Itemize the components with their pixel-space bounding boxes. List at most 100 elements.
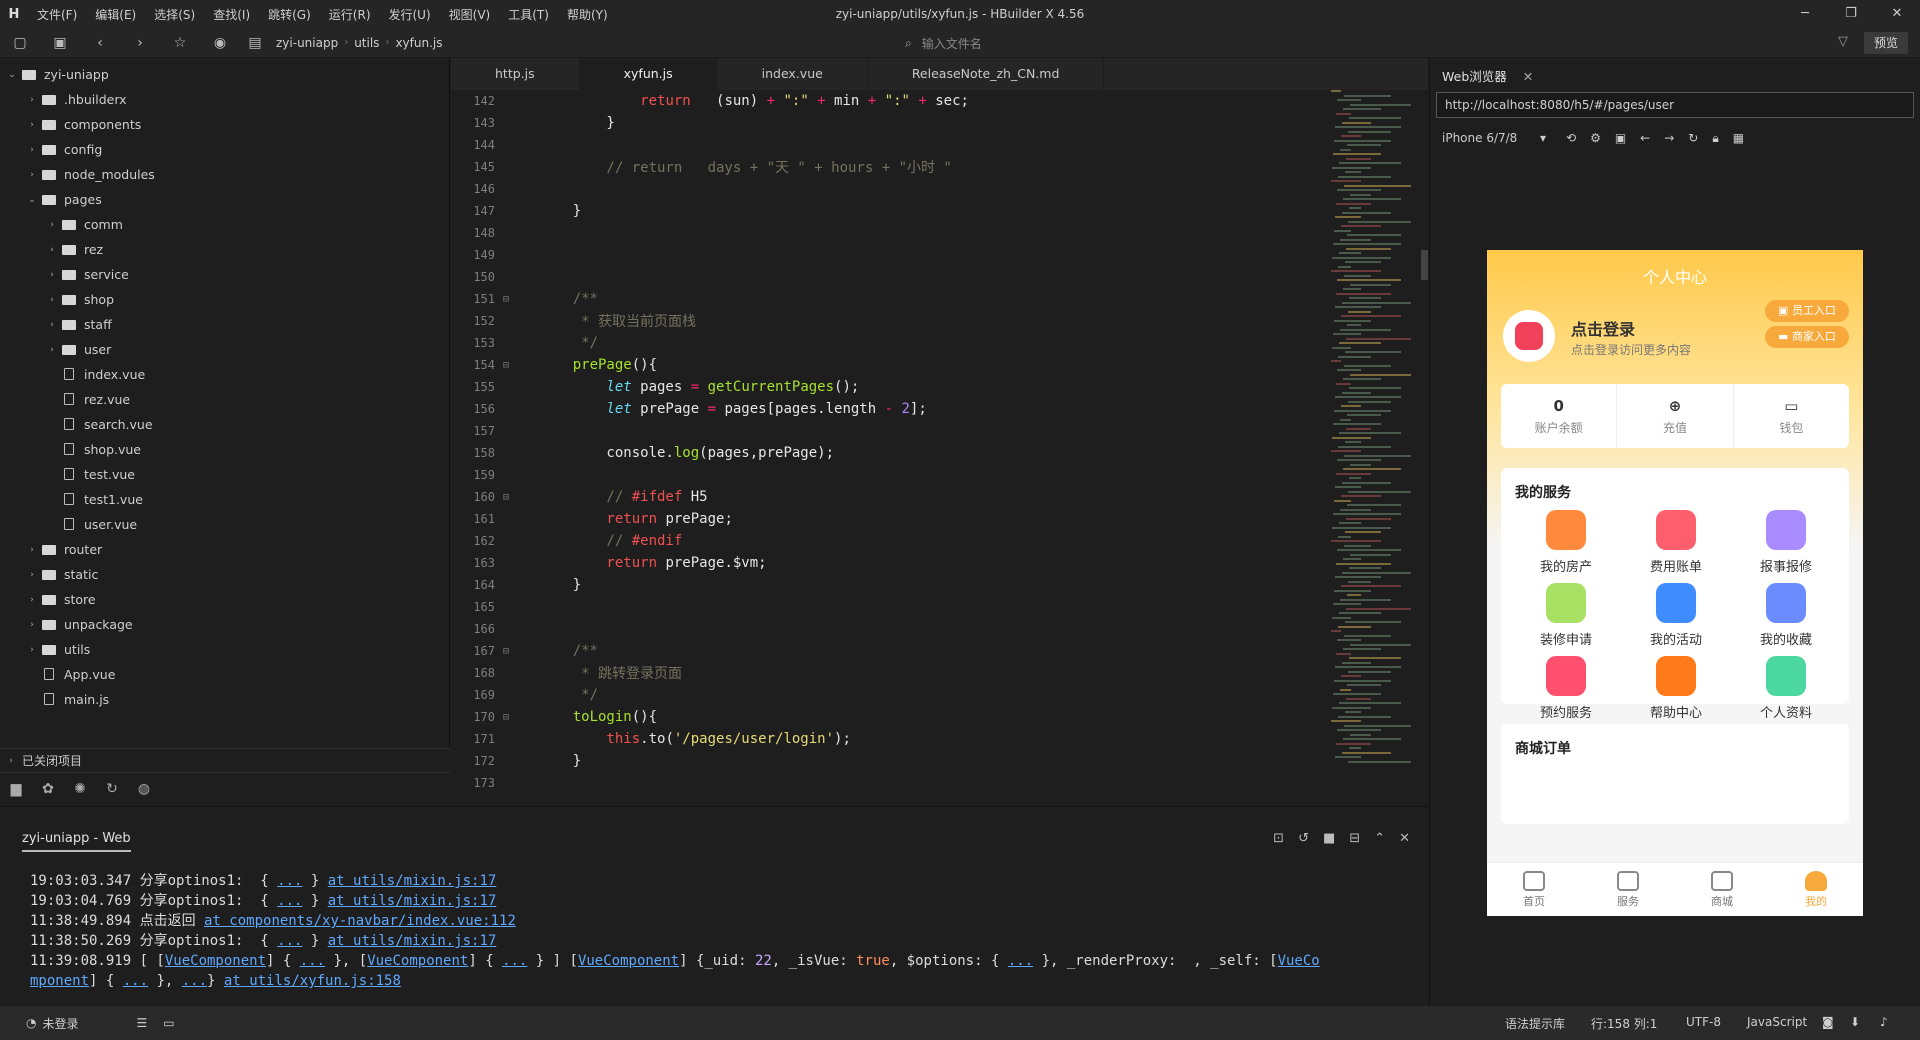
tab-item[interactable]: 服务 [1581,863,1675,916]
breadcrumb-folder[interactable]: utils [348,36,385,50]
tree-file[interactable]: shop.vue [0,437,449,462]
console-tab[interactable]: zyi-uniapp - Web [22,831,131,852]
console-link[interactable]: ... [277,893,302,909]
code-line[interactable]: 146 [451,178,1321,200]
settings-icon[interactable]: ⚙ [1590,131,1601,145]
minimize-icon[interactable]: ─ [1782,0,1828,28]
code-line[interactable]: 163 return prePage.$vm; [451,552,1321,574]
fold-icon[interactable]: ⊟ [499,712,539,723]
console-link[interactable]: ... [182,973,207,989]
tree-folder[interactable]: ⌄ zyi-uniapp [0,62,449,87]
globe-icon[interactable]: ◍ [128,781,160,797]
code-line[interactable]: 142 return (sun) + ":" + min + ":" + sec… [451,90,1321,112]
console-link[interactable]: ... [123,973,148,989]
console-link[interactable]: VueComponent [367,953,468,969]
close-tab-icon[interactable]: ✕ [1523,69,1533,84]
menu-item[interactable]: 视图(V) [440,6,500,23]
login-title[interactable]: 点击登录 [1571,316,1635,340]
code-line[interactable]: 173 [451,772,1321,794]
editor-tab[interactable]: xyfun.js [579,58,718,90]
tree-file[interactable]: user.vue [0,512,449,537]
tree-file[interactable]: test.vue [0,462,449,487]
rotate-icon[interactable]: ⟲ [1566,131,1576,145]
new-file-icon[interactable]: ▢ [0,35,40,51]
code-line[interactable]: 156 let prePage = pages[pages.length - 2… [451,398,1321,420]
tree-folder[interactable]: › components [0,112,449,137]
console-link[interactable]: at utils/mixin.js:17 [328,933,497,949]
folder-icon[interactable]: ▆ [0,781,32,797]
console-link[interactable]: ... [277,933,302,949]
menu-item[interactable]: 查找(I) [204,6,259,23]
menu-item[interactable]: 选择(S) [145,6,204,23]
tree-folder[interactable]: › config [0,137,449,162]
wallet-cell[interactable]: ▭ 钱包 [1734,384,1849,448]
filter-icon[interactable]: ▽ [1838,34,1848,49]
devtools-icon[interactable]: ▣ [1615,131,1626,145]
breadcrumb-project[interactable]: zyi-uniapp [270,36,344,50]
tree-folder[interactable]: › staff [0,312,449,337]
file-search-input[interactable]: ⌕ 输入文件名 [905,33,1205,53]
code-line[interactable]: 167 ⊟ /** [451,640,1321,662]
fold-icon[interactable]: ⊟ [499,360,539,371]
code-line[interactable]: 144 [451,134,1321,156]
tree-file[interactable]: index.vue [0,362,449,387]
bell-icon[interactable]: ♪ [1880,1015,1888,1029]
staff-entry-button[interactable]: ▣ 员工入口 [1765,300,1849,322]
code-line[interactable]: 150 [451,266,1321,288]
code-line[interactable]: 169 */ [451,684,1321,706]
recharge-cell[interactable]: ⊕ 充值 [1617,384,1734,448]
plugin-icon[interactable]: ✿ [32,781,64,797]
tree-file[interactable]: test1.vue [0,487,449,512]
tab-item[interactable]: 首页 [1487,863,1581,916]
console-link[interactable]: ... [277,873,302,889]
console-link[interactable]: VueComponent [578,953,679,969]
save-icon[interactable]: ▣ [40,35,80,51]
chat-icon[interactable]: ◙ [1822,1015,1834,1029]
code-line[interactable]: 168 * 跳转登录页面 [451,662,1321,684]
stop-icon[interactable]: ■ [1323,831,1335,846]
console-link[interactable]: VueCo [1278,953,1320,969]
back-arrow-icon[interactable]: ← [1640,131,1650,145]
user-icon[interactable]: ◔ [26,1016,36,1030]
minimap[interactable] [1321,90,1421,806]
close-panel-icon[interactable]: ✕ [1399,831,1410,846]
star-icon[interactable]: ☆ [160,35,200,51]
restart-icon[interactable]: ↺ [1298,831,1309,846]
bug-icon[interactable]: ✺ [64,781,96,797]
code-line[interactable]: 157 [451,420,1321,442]
code-line[interactable]: 161 return prePage; [451,508,1321,530]
code-line[interactable]: 158 console.log(pages,prePage); [451,442,1321,464]
tree-folder[interactable]: › .hbuilderx [0,87,449,112]
merchant-entry-button[interactable]: ▬ 商家入口 [1765,326,1849,348]
editor-scrollbar[interactable] [1421,250,1428,280]
qrcode-icon[interactable]: ▦ [1733,131,1744,145]
code-line[interactable]: 147 } [451,200,1321,222]
tree-folder[interactable]: › node_modules [0,162,449,187]
console-link[interactable]: ... [502,953,527,969]
console-link[interactable]: at components/xy-navbar/index.vue:112 [204,913,516,929]
tree-file[interactable]: main.js [0,687,449,712]
download-icon[interactable]: ⬇ [1850,1015,1860,1029]
language-mode[interactable]: JavaScript [1747,1015,1807,1029]
fold-icon[interactable]: ⊟ [499,294,539,305]
tree-file[interactable]: rez.vue [0,387,449,412]
login-status[interactable]: 未登录 [42,1015,78,1032]
code-line[interactable]: 159 [451,464,1321,486]
code-editor[interactable]: 142 return (sun) + ":" + min + ":" + sec… [451,90,1321,806]
service-item[interactable]: 费用账单 [1621,510,1731,575]
console-link[interactable]: ... [300,953,325,969]
clear-icon[interactable]: ⊟ [1349,831,1360,846]
list-icon[interactable]: ☰ [137,1016,148,1030]
menu-item[interactable]: 发行(U) [380,6,440,23]
service-item[interactable]: 我的活动 [1621,583,1731,648]
service-item[interactable]: 帮助中心 [1621,656,1731,721]
code-line[interactable]: 152 * 获取当前页面栈 [451,310,1321,332]
menu-item[interactable]: 跳转(G) [259,6,320,23]
code-line[interactable]: 170 ⊟ toLogin(){ [451,706,1321,728]
fold-icon[interactable]: ⊟ [499,492,539,503]
tree-folder[interactable]: › static [0,562,449,587]
console-link[interactable]: ... [1008,953,1033,969]
console-link[interactable]: at utils/xyfun.js:158 [224,973,401,989]
code-line[interactable]: 160 ⊟ // #ifdef H5 [451,486,1321,508]
editor-tab[interactable]: index.vue [718,58,868,90]
